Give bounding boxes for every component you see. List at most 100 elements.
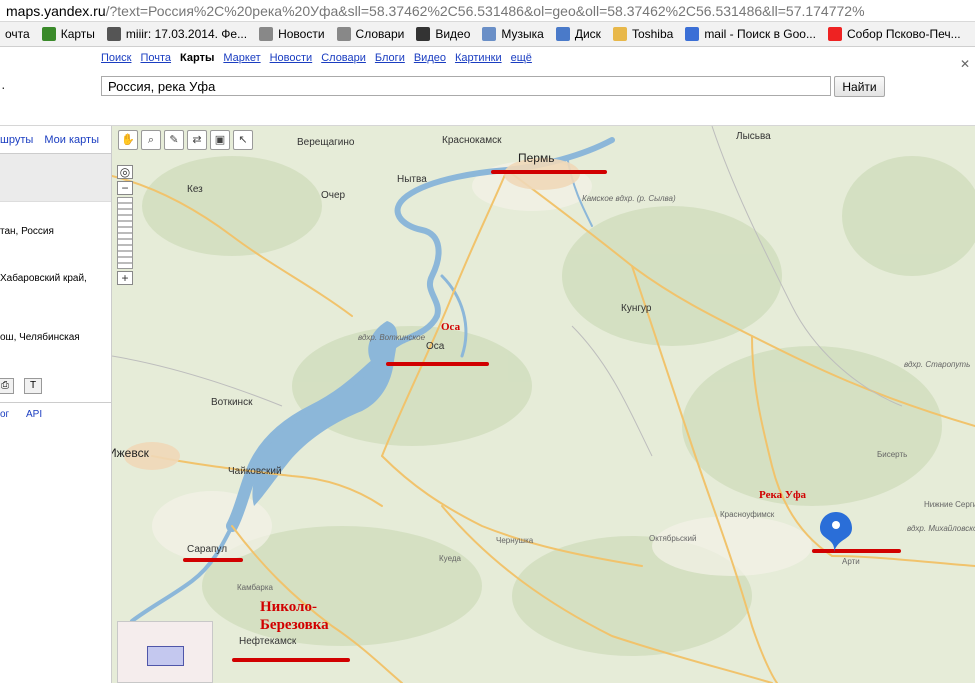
bookmark-label: miiir: 17.03.2014. Фе... — [125, 27, 248, 41]
user-icon — [106, 27, 121, 41]
zoom-in-button[interactable]: + — [117, 271, 133, 285]
tab-routes[interactable]: шруты — [0, 134, 33, 146]
city-label: Краснокамск — [442, 135, 502, 146]
bookmark-label: Новости — [278, 27, 325, 41]
bookmark-item[interactable]: Видео — [411, 22, 477, 46]
left-panel-tabs: шруты Мои карты — [0, 126, 111, 154]
bookmark-item[interactable]: Карты — [37, 22, 102, 46]
bookmark-item[interactable]: Музыка — [477, 22, 550, 46]
city-label: Чернушка — [496, 536, 534, 545]
service-link[interactable]: Новости — [270, 52, 313, 64]
locate-icon[interactable]: ◎ — [117, 165, 133, 179]
find-button[interactable]: Найти — [834, 76, 885, 97]
city-label: Нефтекамск — [239, 636, 297, 647]
yandex-header: Поиск Почта Карты Маркет Новости Словари Блоги… — [0, 47, 975, 126]
google-icon — [685, 27, 700, 41]
city-label: Бисерть — [877, 450, 908, 459]
cursor-icon[interactable]: ↖ — [233, 130, 253, 150]
hand-icon[interactable]: ✋ — [118, 130, 138, 150]
page-icon — [336, 27, 351, 41]
tab-my-maps[interactable]: Мои карты — [44, 134, 99, 146]
bookmark-item[interactable]: Toshiba — [608, 22, 680, 46]
address-bar[interactable]: maps.yandex.ru/?text=Россия%2C%20река%20… — [0, 0, 975, 22]
address-host: maps.yandex.ru — [6, 2, 106, 19]
search-input[interactable] — [101, 76, 831, 96]
yandex-icon — [827, 27, 842, 41]
overview-map[interactable] — [117, 621, 213, 683]
city-label: Арти — [842, 557, 860, 566]
bookmark-label: Toshiba — [631, 27, 674, 41]
map-view[interactable]: Пермь Краснокамск Верещагино Лысьва Нытв… — [112, 126, 975, 683]
bookmark-item[interactable]: Словари — [332, 22, 412, 46]
zoom-slider[interactable] — [117, 197, 133, 269]
bookmark-label: Диск — [574, 27, 601, 41]
city-label: Воткинск — [211, 397, 253, 408]
city-label: Оса — [426, 341, 445, 352]
api-link[interactable]: API — [26, 409, 42, 420]
service-link[interactable]: ещё — [511, 52, 532, 64]
service-link[interactable]: Маркет — [223, 52, 260, 64]
map-toolbar: ✋ ⌕ ✎ ⇄ ▣ ↖ — [118, 130, 256, 150]
city-label: Ижевск — [112, 446, 149, 460]
bookmark-label: Видео — [435, 27, 471, 41]
bookmark-item[interactable]: Новости — [254, 22, 331, 46]
result-item[interactable]: тан, Россия — [0, 225, 54, 239]
music-icon — [482, 27, 497, 41]
service-link[interactable]: Почта — [140, 52, 171, 64]
bookmark-label: очта — [5, 27, 30, 41]
divider — [0, 402, 112, 403]
ruler-icon[interactable]: ✎ — [164, 130, 184, 150]
service-link[interactable]: Видео — [414, 52, 446, 64]
header-arrow-icon[interactable]: · — [1, 79, 6, 95]
bookmark-item[interactable]: miiir: 17.03.2014. Фе... — [102, 22, 254, 46]
zoom-out-button[interactable]: − — [117, 181, 133, 195]
bookmark-label: Собор Псково-Печ... — [846, 27, 961, 41]
annotation-osa: Оса — [441, 321, 461, 333]
city-label: Красноуфимск — [720, 510, 775, 519]
city-label: Сарапул — [187, 544, 228, 555]
service-link[interactable]: Карты — [180, 52, 214, 64]
bookmark-item[interactable]: Диск — [551, 22, 608, 46]
result-item[interactable]: ош, Челябинская — [0, 331, 80, 345]
city-label: Куеда — [439, 554, 461, 563]
selected-result[interactable] — [0, 154, 111, 202]
city-label: Кунгур — [621, 303, 652, 314]
disk-icon — [555, 27, 570, 41]
bookmark-label: Карты — [60, 27, 95, 41]
bookmark-item[interactable]: mail - Поиск в Goo... — [680, 22, 823, 46]
result-item[interactable]: Хабаровский край, — [0, 272, 87, 286]
service-link[interactable]: Блоги — [375, 52, 405, 64]
water-label: вдхр. Михайловское — [907, 524, 975, 533]
city-label: Лысьва — [736, 131, 771, 142]
city-label: Кез — [187, 184, 203, 195]
city-label: Верещагино — [297, 137, 355, 148]
city-label: Октябрьский — [649, 534, 697, 543]
bookmarks-bar: очта Карты miiir: 17.03.2014. Фе... Новости… — [0, 22, 975, 47]
water-label: вдхр. Воткинское — [358, 333, 426, 342]
layers-icon[interactable]: ▣ — [210, 130, 230, 150]
annotation-berezovka: Березовка — [260, 617, 329, 633]
left-panel-links: ог API — [0, 409, 56, 420]
left-panel: шруты Мои карты тан, Россия Хабаровский … — [0, 126, 112, 683]
bookmark-label: Музыка — [501, 27, 544, 41]
blog-link[interactable]: ог — [0, 409, 9, 420]
water-label: вдхр. Старопуть — [904, 360, 971, 369]
zoom-control: ◎ − + — [117, 165, 134, 287]
water-label: Камское вдхр. (р. Сылва) — [582, 194, 676, 203]
bookmark-label: Словари — [355, 27, 405, 41]
services-nav: Поиск Почта Карты Маркет Новости Словари Блоги… — [101, 52, 541, 64]
header-corner-icon: ✕ — [960, 57, 971, 71]
service-link[interactable]: Поиск — [101, 52, 131, 64]
bookmark-item[interactable]: Собор Псково-Печ... — [823, 22, 968, 46]
page-icon — [259, 27, 274, 41]
magnifier-icon[interactable]: ⌕ — [141, 130, 161, 150]
bookmark-item[interactable]: очта — [0, 22, 37, 46]
overview-viewport[interactable] — [147, 646, 184, 666]
print-icon[interactable]: ⎙ — [0, 378, 14, 394]
service-link[interactable]: Картинки — [455, 52, 502, 64]
annotation-river-ufa: Река Уфа — [759, 489, 807, 501]
annotation-nikolo: Николо- — [260, 599, 317, 615]
pin-tool-icon[interactable]: T — [24, 378, 42, 394]
service-link[interactable]: Словари — [321, 52, 366, 64]
route-icon[interactable]: ⇄ — [187, 130, 207, 150]
